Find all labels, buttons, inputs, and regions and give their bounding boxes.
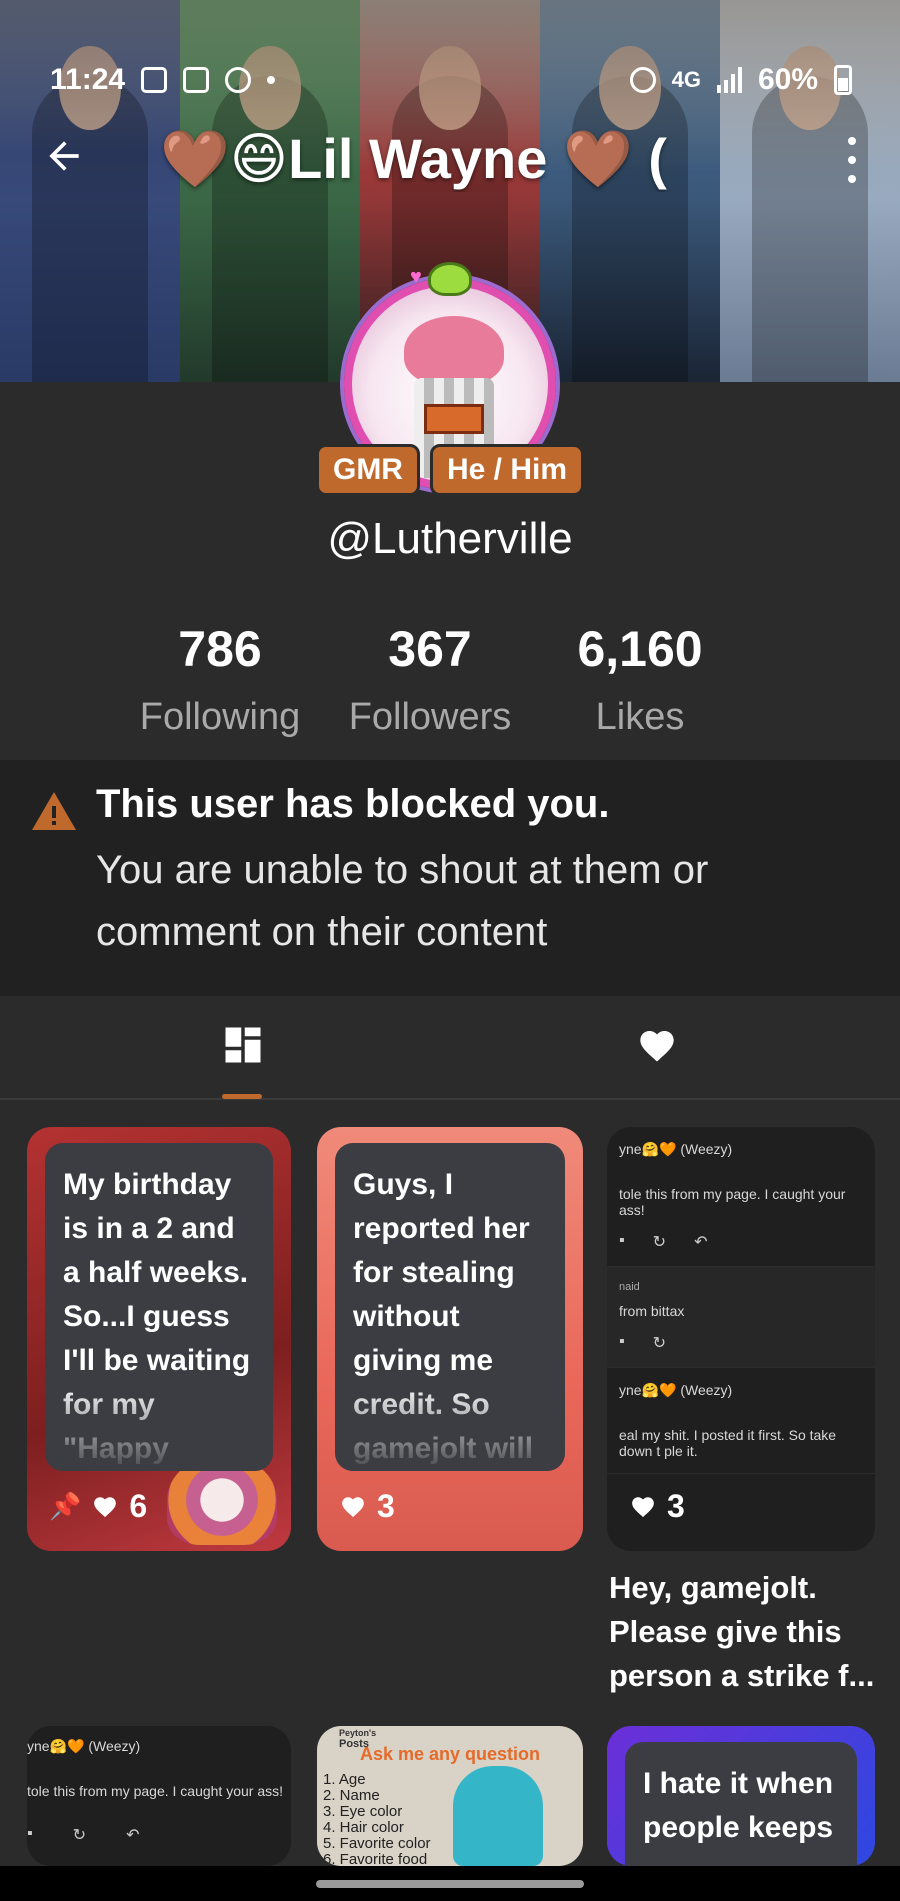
like-count: 3 [377, 1488, 395, 1524]
comment-author: naid [619, 1281, 640, 1293]
frog-badge-icon [428, 262, 472, 296]
list-item: 3. Eye color [323, 1803, 403, 1820]
reply-icon: ↶ [126, 1827, 140, 1844]
question-list: 1. Age 2. Name 3. Eye color 4. Hair colo… [323, 1771, 431, 1867]
system-nav-bar [0, 1866, 900, 1901]
comment-row: yne🤗🧡 (Weezy) eal my shit. I posted it f… [607, 1368, 875, 1474]
more-options-button[interactable] [844, 132, 860, 188]
post-meta: 3 [629, 1488, 685, 1525]
comment-text: eal my shit. I posted it first. So take … [619, 1427, 837, 1459]
reshare-icon: ↻ [652, 1234, 667, 1251]
discord-icon [183, 67, 210, 93]
heart-icon: ♥ [410, 266, 422, 288]
stat-value: 367 [388, 621, 472, 677]
comment-author: yne🤗🧡 (Weezy) [619, 1141, 733, 1157]
home-gesture-handle[interactable] [316, 1880, 584, 1888]
comment-author: yne🤗🧡 (Weezy) [619, 1382, 733, 1398]
post-card[interactable]: I hate it when people keeps [607, 1726, 875, 1866]
pin-icon: ▪ [27, 1825, 33, 1842]
pin-icon: ▪ [619, 1232, 625, 1249]
stat-value: 6,160 [577, 621, 703, 677]
comment-text: from bittax [619, 1303, 685, 1319]
comment-row: yne🤗🧡 (Weezy) tole this from my page. I … [27, 1726, 291, 1845]
reply-icon: ↶ [694, 1234, 708, 1251]
character-image [453, 1766, 543, 1866]
comment-row: yne🤗🧡 (Weezy) tole this from my page. I … [607, 1127, 875, 1267]
comment-row: naid from bittax ▪ ↻ [607, 1267, 875, 1368]
post-text: My birthday is in a 2 and a half weeks. … [45, 1143, 273, 1471]
profile-stats: 786 Following 367 Followers 6,160 Likes [120, 620, 740, 739]
stat-label: Following [139, 696, 301, 738]
reshare-icon: ↻ [652, 1335, 667, 1352]
profile-tabs [0, 996, 900, 1100]
profile-display-name: 🤎😄Lil Wayne 🤎 ( [160, 127, 667, 190]
sync-icon [225, 67, 252, 93]
dashboard-icon [225, 1027, 261, 1063]
stat-following[interactable]: 786 Following [120, 620, 320, 739]
warning-icon [32, 792, 76, 830]
post-meta: 📌 6 [49, 1488, 147, 1525]
comment-author: yne🤗🧡 (Weezy) [27, 1738, 141, 1754]
reshare-icon: ↻ [72, 1827, 87, 1844]
like-count: 6 [129, 1488, 148, 1524]
top-app-bar: 🤎😄Lil Wayne 🤎 ( [0, 120, 900, 200]
active-tab-indicator [222, 1094, 262, 1099]
arrow-left-icon [49, 141, 79, 171]
comment-text: tole this from my page. I caught your as… [619, 1186, 846, 1218]
post-caption[interactable]: Hey, gamejolt. Please give this person a… [609, 1566, 879, 1698]
stat-likes: 6,160 Likes [540, 620, 740, 739]
gallery-icon [141, 67, 168, 93]
pin-icon: ▪ [619, 1333, 625, 1350]
notification-dot-icon [267, 76, 276, 84]
post-card[interactable]: My birthday is in a 2 and a half weeks. … [27, 1127, 291, 1551]
tab-likes[interactable] [597, 996, 717, 1100]
tag-badge: GMR [315, 444, 420, 496]
blocked-notice: This user has blocked you. You are unabl… [0, 760, 900, 996]
post-meta: 3 [339, 1488, 395, 1525]
post-text: Guys, I reported her for stealing withou… [335, 1143, 565, 1471]
signal-icon [716, 67, 742, 93]
notice-heading: This user has blocked you. [96, 782, 610, 826]
username: @Lutherville [327, 514, 573, 563]
post-brand: Peyton's [339, 1728, 377, 1738]
heart-icon [94, 1496, 117, 1517]
post-card[interactable]: Guys, I reported her for stealing withou… [317, 1127, 583, 1551]
post-text: I hate it when people keeps [625, 1742, 857, 1866]
list-item: 5. Favorite color [323, 1835, 431, 1852]
post-card[interactable]: yne🤗🧡 (Weezy) tole this from my page. I … [607, 1127, 875, 1551]
notice-body: You are unable to shout at them or comme… [96, 848, 709, 954]
back-button[interactable] [38, 134, 90, 186]
profile-tags: GMR He / Him [0, 444, 900, 496]
pronouns-badge: He / Him [429, 444, 585, 496]
stat-label: Likes [595, 696, 685, 738]
status-bar: 11:24 4G 60% [0, 0, 900, 120]
tab-posts[interactable] [182, 996, 302, 1100]
comment-text: tole this from my page. I caught your as… [27, 1783, 284, 1799]
list-item: 4. Hair color [323, 1819, 404, 1836]
list-item: 1. Age [323, 1771, 366, 1788]
post-card[interactable]: yne🤗🧡 (Weezy) tole this from my page. I … [27, 1726, 291, 1866]
battery-level: 60% [757, 63, 818, 96]
battery-icon [834, 65, 852, 95]
status-time: 11:24 [50, 63, 126, 96]
list-item: 6. Favorite food [323, 1851, 428, 1867]
post-card[interactable]: Peyton's Posts Ask me any question 1. Ag… [317, 1726, 583, 1866]
heart-icon [342, 1496, 364, 1517]
like-count: 3 [667, 1488, 685, 1524]
post-body: I hate it when people keeps [643, 1767, 834, 1844]
list-item: 2. Name [323, 1787, 380, 1804]
stat-label: Followers [348, 696, 512, 738]
network-type: 4G [671, 67, 701, 92]
stat-followers[interactable]: 367 Followers [330, 620, 530, 739]
recycle-icon [629, 67, 656, 93]
heart-icon [640, 1031, 674, 1062]
pin-icon: 📌 [49, 1491, 82, 1521]
stat-value: 786 [178, 621, 262, 677]
post-brand-sub: Posts [339, 1738, 369, 1750]
heart-icon [632, 1496, 654, 1517]
